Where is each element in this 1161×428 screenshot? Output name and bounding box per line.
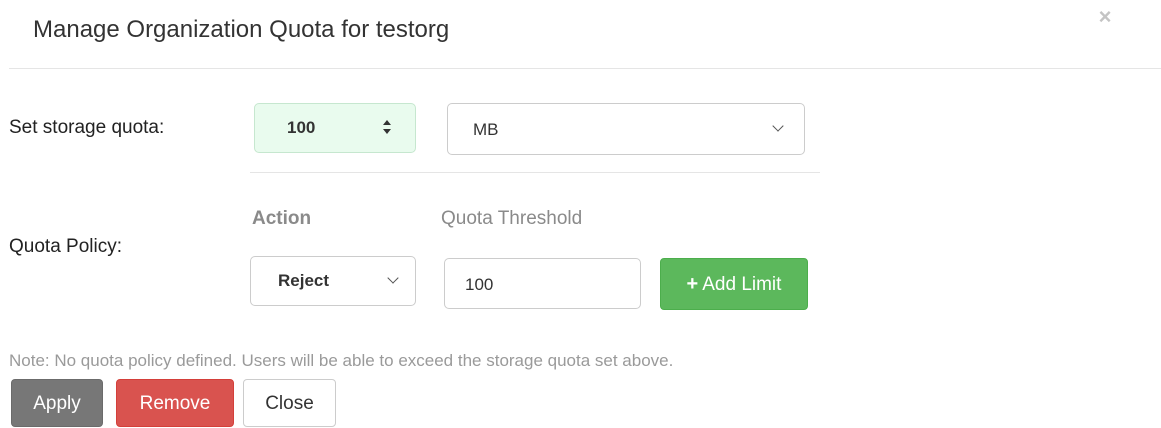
threshold-value: 100 — [465, 275, 494, 294]
action-select-value: Reject — [278, 271, 330, 290]
threshold-column-header: Quota Threshold — [441, 208, 583, 229]
dialog-title: Manage Organization Quota for testorg — [33, 16, 450, 43]
chevron-down-icon — [772, 120, 784, 132]
storage-quota-label: Set storage quota: — [9, 117, 165, 138]
quota-policy-label: Quota Policy: — [9, 236, 122, 257]
unit-select[interactable]: MB — [447, 103, 805, 155]
plus-icon: + — [686, 273, 699, 295]
storage-quota-input[interactable]: 100 — [254, 103, 416, 153]
header-divider — [9, 68, 1161, 69]
action-select[interactable]: Reject — [250, 256, 416, 306]
storage-quota-value: 100 — [287, 118, 316, 137]
add-limit-label: Add Limit — [702, 274, 782, 295]
threshold-input[interactable]: 100 — [444, 258, 641, 309]
add-limit-button[interactable]: + Add Limit — [660, 258, 808, 310]
chevron-down-icon — [387, 272, 399, 284]
section-divider — [250, 172, 820, 173]
unit-select-value: MB — [473, 120, 499, 139]
close-button[interactable]: Close — [243, 379, 336, 427]
spinner-icon[interactable] — [383, 119, 393, 137]
apply-button[interactable]: Apply — [11, 379, 103, 427]
policy-note: Note: No quota policy defined. Users wil… — [9, 351, 674, 370]
action-column-header: Action — [252, 208, 312, 229]
close-icon[interactable]: × — [1092, 4, 1118, 30]
remove-button[interactable]: Remove — [116, 379, 234, 427]
